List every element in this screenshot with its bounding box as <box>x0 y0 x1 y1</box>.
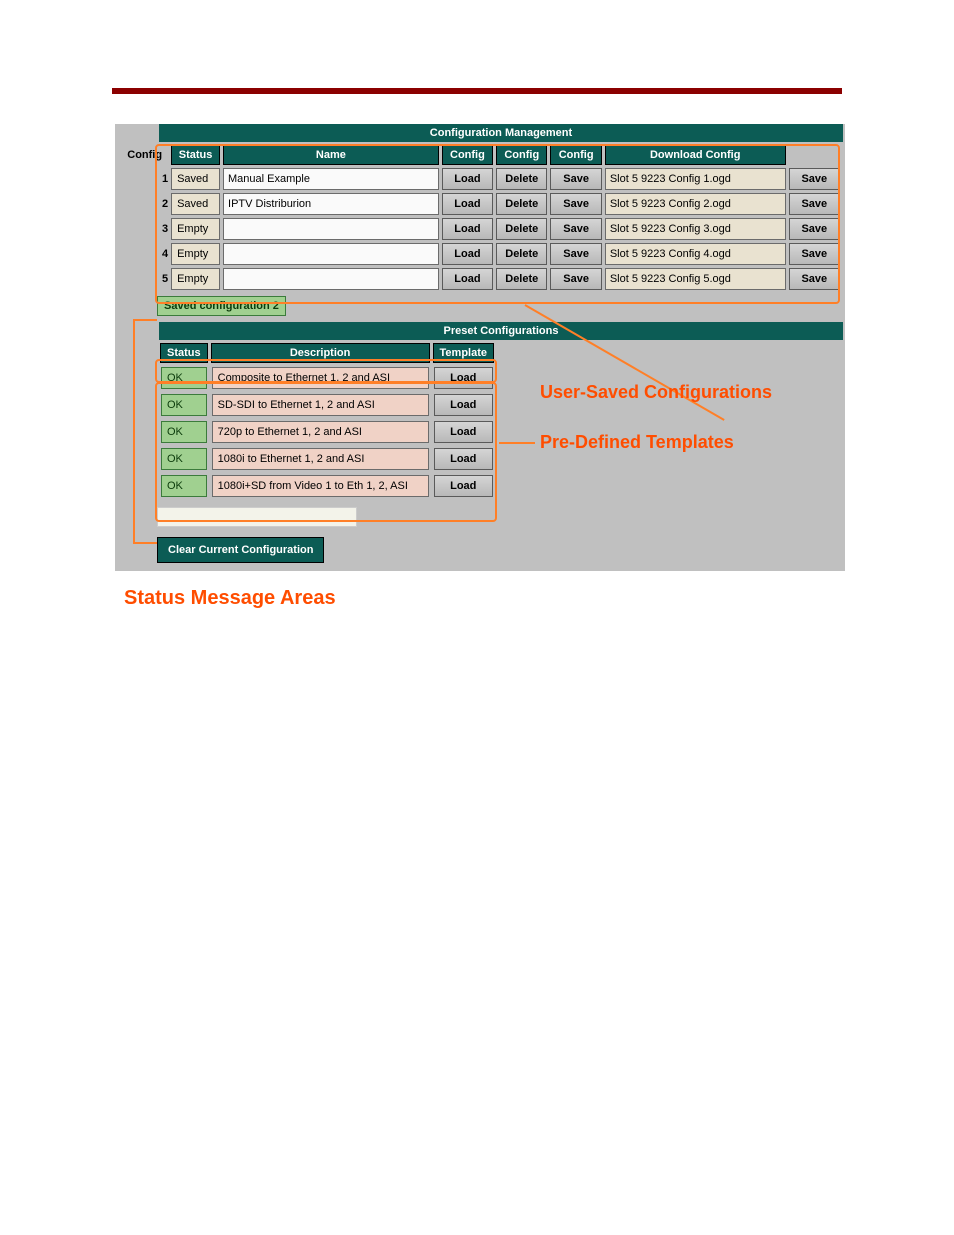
load-button[interactable]: Load <box>442 168 493 190</box>
preset-status-cell: OK <box>161 421 207 443</box>
col-status: Status <box>171 145 220 165</box>
preset-load-button[interactable]: Load <box>434 475 493 497</box>
preset-row: OK720p to Ethernet 1, 2 and ASILoad <box>160 420 494 444</box>
preset-desc-cell: 720p to Ethernet 1, 2 and ASI <box>212 421 429 443</box>
delete-button[interactable]: Delete <box>496 268 547 290</box>
config-row: 5EmptyLoadDeleteSaveSave <box>120 268 840 290</box>
load-button[interactable]: Load <box>442 218 493 240</box>
config-row-index: 1 <box>120 168 168 190</box>
preset-load-button[interactable]: Load <box>434 448 493 470</box>
config-name-input[interactable] <box>223 218 439 240</box>
delete-button[interactable]: Delete <box>496 218 547 240</box>
config-row-index: 2 <box>120 193 168 215</box>
config-name-input[interactable] <box>223 268 439 290</box>
delete-button[interactable]: Delete <box>496 193 547 215</box>
callout-label-status-area: Status Message Areas <box>124 587 954 610</box>
config-name-input[interactable] <box>223 168 439 190</box>
config-row: 3EmptyLoadDeleteSaveSave <box>120 218 840 240</box>
status-message-empty <box>157 507 357 527</box>
preset-row: OK1080i+SD from Video 1 to Eth 1, 2, ASI… <box>160 474 494 498</box>
delete-button[interactable]: Delete <box>496 243 547 265</box>
save-button[interactable]: Save <box>550 193 601 215</box>
download-save-button[interactable]: Save <box>789 168 840 190</box>
col-name: Name <box>223 145 439 165</box>
save-button[interactable]: Save <box>550 168 601 190</box>
preset-status-cell: OK <box>161 448 207 470</box>
callout-line-status-3 <box>133 542 157 544</box>
config-name-input[interactable] <box>223 243 439 265</box>
config-status-cell: Empty <box>171 218 220 240</box>
config-status-cell: Empty <box>171 243 220 265</box>
preset-desc-cell: SD-SDI to Ethernet 1, 2 and ASI <box>212 394 429 416</box>
section-title-preset: Preset Configurations <box>159 322 843 340</box>
download-filename-input[interactable] <box>605 268 786 290</box>
preset-row: OKSD-SDI to Ethernet 1, 2 and ASILoad <box>160 393 494 417</box>
preset-col-desc: Description <box>211 343 430 363</box>
save-button[interactable]: Save <box>550 218 601 240</box>
preset-load-button[interactable]: Load <box>434 421 493 443</box>
col-delete: Config <box>496 145 547 165</box>
callout-line-status-2 <box>133 319 157 321</box>
load-button[interactable]: Load <box>442 268 493 290</box>
config-figure: User-Saved Configurations Pre-Defined Te… <box>115 124 845 571</box>
save-button[interactable]: Save <box>550 243 601 265</box>
config-status-cell: Saved <box>171 168 220 190</box>
callout-line-status-1 <box>133 319 135 543</box>
preset-col-template: Template <box>433 343 494 363</box>
config-table: Config Status Name Config Config Config … <box>117 142 843 293</box>
preset-status-cell: OK <box>161 394 207 416</box>
clear-config-button[interactable]: Clear Current Configuration <box>157 537 324 563</box>
config-panel: User-Saved Configurations Pre-Defined Te… <box>115 124 845 571</box>
download-save-button[interactable]: Save <box>789 193 840 215</box>
config-row: 4EmptyLoadDeleteSaveSave <box>120 243 840 265</box>
save-button[interactable]: Save <box>550 268 601 290</box>
preset-load-button[interactable]: Load <box>434 367 493 389</box>
config-row: 1SavedLoadDeleteSaveSave <box>120 168 840 190</box>
download-save-button[interactable]: Save <box>789 268 840 290</box>
load-button[interactable]: Load <box>442 193 493 215</box>
preset-status-cell: OK <box>161 475 207 497</box>
config-status-cell: Empty <box>171 268 220 290</box>
download-filename-input[interactable] <box>605 193 786 215</box>
preset-desc-cell: 1080i to Ethernet 1, 2 and ASI <box>212 448 429 470</box>
col-load: Config <box>442 145 493 165</box>
download-save-button[interactable]: Save <box>789 218 840 240</box>
col-config-index: Config <box>120 145 168 165</box>
header-rule <box>112 88 842 94</box>
preset-desc-cell: 1080i+SD from Video 1 to Eth 1, 2, ASI <box>212 475 429 497</box>
preset-col-status: Status <box>160 343 208 363</box>
preset-table: Status Description Template OKComposite … <box>157 340 497 501</box>
preset-row: OK1080i to Ethernet 1, 2 and ASILoad <box>160 447 494 471</box>
status-message-saved: Saved configuration 2 <box>157 296 286 316</box>
config-status-cell: Saved <box>171 193 220 215</box>
delete-button[interactable]: Delete <box>496 168 547 190</box>
load-button[interactable]: Load <box>442 243 493 265</box>
download-filename-input[interactable] <box>605 168 786 190</box>
config-row: 2SavedLoadDeleteSaveSave <box>120 193 840 215</box>
config-row-index: 5 <box>120 268 168 290</box>
download-save-button[interactable]: Save <box>789 243 840 265</box>
config-row-index: 3 <box>120 218 168 240</box>
preset-row: OKComposite to Ethernet 1, 2 and ASILoad <box>160 366 494 390</box>
download-filename-input[interactable] <box>605 243 786 265</box>
download-filename-input[interactable] <box>605 218 786 240</box>
config-row-index: 4 <box>120 243 168 265</box>
col-save: Config <box>550 145 601 165</box>
preset-status-cell: OK <box>161 367 207 389</box>
preset-load-button[interactable]: Load <box>434 394 493 416</box>
config-name-input[interactable] <box>223 193 439 215</box>
section-title-config: Configuration Management <box>159 124 843 142</box>
col-download: Download Config <box>605 145 786 165</box>
preset-desc-cell: Composite to Ethernet 1, 2 and ASI <box>212 367 429 389</box>
